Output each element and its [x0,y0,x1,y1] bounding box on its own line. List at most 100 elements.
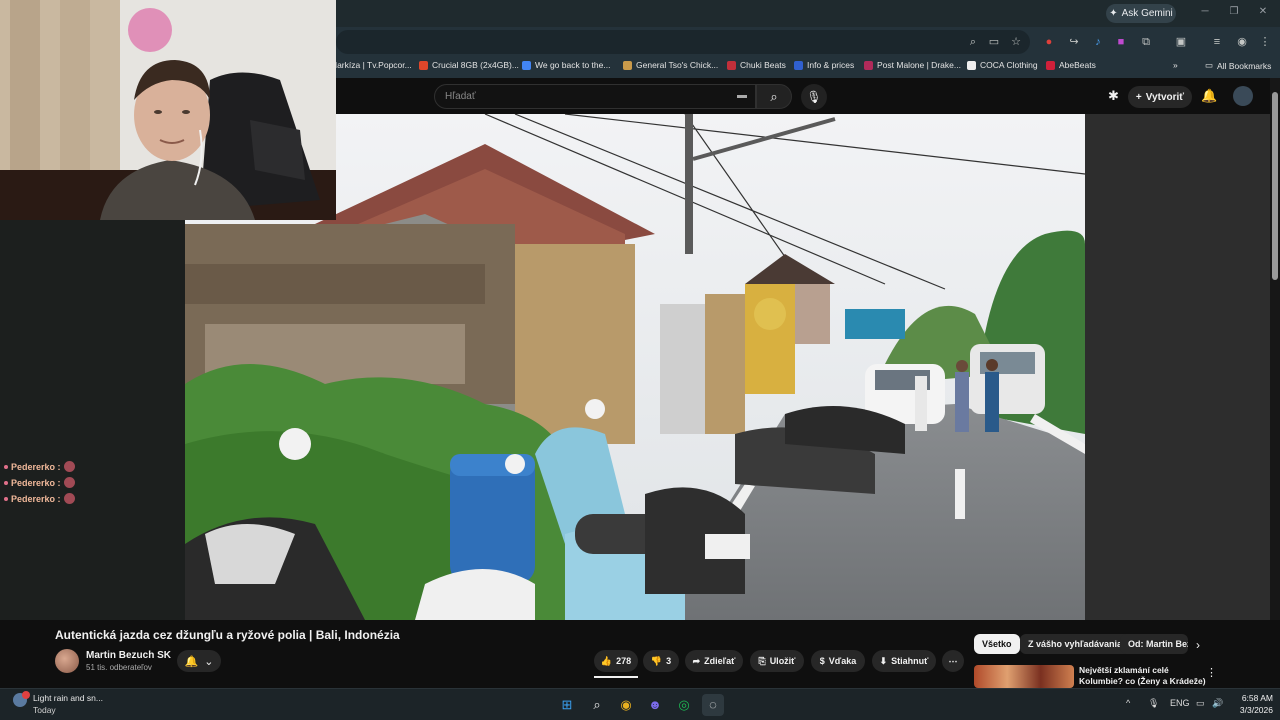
voice-search-button[interactable]: 🎙 [801,84,827,110]
zoom-icon[interactable]: ⌕ [964,33,982,51]
chips-next-icon[interactable]: › [1196,638,1200,652]
start-windows-icon[interactable]: ⊞ [556,694,578,716]
like-count: 278 [616,656,632,666]
chip-from-search[interactable]: Z vášho vyhľadávania [1020,634,1131,654]
bookmark-label: Info & prices [807,60,855,70]
subscriber-count: 51 tis. odberateľov [86,663,152,672]
extensions-puzzle-icon[interactable]: ⧉ [1137,33,1155,51]
clock-date[interactable]: 3/3/2026 [1229,705,1273,715]
download-button[interactable]: ⬇ Stiahnuť [872,650,936,672]
extension-gear-icon[interactable]: ✱ [1108,88,1119,104]
thumbs-up-icon: 👍 [600,655,613,666]
extension-red-icon[interactable]: ● [1040,33,1058,51]
extension-twitch-icon[interactable]: ■ [1112,33,1130,51]
tab-search-icon[interactable]: ≡ [1208,33,1226,51]
bookmark-label: AbeBeats [1059,60,1096,70]
like-button[interactable]: 👍 278 [594,650,638,672]
bookmark-favicon-icon [522,60,531,70]
cast-icon[interactable]: ▭ [985,33,1003,51]
more-actions-button[interactable]: ⋯ [942,650,964,672]
chip-label: Z vášho vyhľadávania [1028,639,1123,649]
clock-time[interactable]: 6:58 AM [1229,693,1273,703]
bookmark-item[interactable]: Markíza | Tv.Popcor... [330,60,412,70]
close-icon[interactable]: ✕ [1256,6,1270,20]
chrome-icon[interactable]: ◉ [615,694,637,716]
thanks-label: Vďaka [828,656,857,666]
sidepanel-icon[interactable]: ▣ [1172,33,1190,51]
bookmarks-overflow-icon[interactable]: » [1173,60,1178,70]
related-video-title[interactable]: Největší zklamání celé Kolumbie? co (Žen… [1079,665,1207,687]
thanks-button[interactable]: $ Vďaka [811,650,865,672]
more-dots-icon: ⋯ [948,655,958,666]
related-menu-dots-icon[interactable]: ⋮ [1206,666,1217,679]
channel-name[interactable]: Martin Bezuch SK [86,650,171,661]
weather-text[interactable]: Light rain and sn... [33,693,103,703]
chat-bullet-icon [4,464,8,469]
stream-chat-overlay [0,220,185,620]
discord-icon[interactable]: ☻ [644,694,666,716]
profile-avatar-icon[interactable]: ◉ [1233,33,1251,51]
windows-taskbar [0,688,1280,720]
theater-side-area [1085,114,1270,620]
chat-emote-icon [63,461,75,472]
chat-username: Pedererko : [11,461,61,472]
spotify-icon[interactable]: ◎ [673,694,695,716]
ask-gemini-button[interactable]: ✦ Ask Gemini [1106,4,1176,23]
notifications-bell-icon[interactable]: 🔔 [1201,88,1217,104]
bookmark-item[interactable]: General Tso's Chick... [623,60,718,70]
mic-icon: 🎙 [806,90,822,104]
minimize-icon[interactable]: ─ [1198,6,1212,20]
address-bar[interactable] [336,30,1030,54]
taskbar-search-icon[interactable]: ⌕ [586,694,608,716]
bookmark-favicon-icon [623,60,632,70]
weather-subtext: Today [33,705,56,715]
user-avatar[interactable] [1233,86,1253,106]
language-indicator[interactable]: ENG [1170,698,1190,708]
bookmark-item[interactable]: Post Malone | Drake... [864,60,961,70]
search-placeholder: Hľadať [445,91,476,102]
bookmark-item[interactable]: Chuki Beats [727,60,786,70]
maximize-icon[interactable]: ❐ [1227,6,1241,20]
chat-emote-icon [63,477,75,488]
share-icon: ➦ [692,655,701,666]
scrollbar-thumb[interactable] [1272,92,1278,280]
create-label: Vytvoriť [1145,91,1185,103]
chip-from-channel[interactable]: Od: Martin Bez [1120,634,1188,654]
dislike-button[interactable]: 👎 3 [643,650,679,672]
bookmark-item[interactable]: Crucial 8GB (2x4GB)... [419,60,519,70]
create-button[interactable]: + Vytvoriť [1128,86,1192,108]
network-icon[interactable]: ▭ [1196,698,1205,709]
bookmark-label: COCA Clothing [980,60,1038,70]
extension-arrow-icon[interactable]: ↪ [1065,33,1083,51]
channel-avatar[interactable] [55,649,79,673]
save-button[interactable]: ⎘ Uložiť [750,650,804,672]
download-icon: ⬇ [879,655,888,666]
bookmark-item[interactable]: We go back to the... [522,60,610,70]
bookmark-icon: ⎘ [758,655,766,666]
all-bookmarks-button[interactable]: ▭ All Bookmarks [1205,60,1271,71]
keyboard-icon[interactable]: ▬ [737,90,747,101]
obs-icon[interactable]: ◌ [702,694,724,716]
tray-overflow-icon[interactable]: ^ [1126,698,1130,708]
menu-dots-icon[interactable]: ⋮ [1256,33,1274,51]
chat-username: Pedererko : [11,493,61,504]
thumbs-down-icon: 👎 [650,655,663,666]
related-video-thumbnail[interactable] [974,665,1074,688]
star-icon[interactable]: ☆ [1007,33,1025,51]
video-title: Autentická jazda cez džungľu a ryžové po… [55,628,400,642]
search-input[interactable]: Hľadať ▬ [434,84,756,109]
tray-mic-icon[interactable]: 🎙 [1148,698,1159,709]
bookmark-favicon-icon [794,60,803,70]
bookmark-item[interactable]: AbeBeats [1046,60,1096,70]
chip-all[interactable]: Všetko [974,634,1020,654]
subscription-bell-button[interactable]: 🔔 ⌄ [177,650,221,672]
search-button[interactable]: ⌕ [756,84,792,109]
bookmark-item[interactable]: Info & prices [794,60,854,70]
volume-icon[interactable]: 🔊 [1212,698,1223,709]
bookmark-label: We go back to the... [535,60,611,70]
share-button[interactable]: ➦ Zdieľať [685,650,743,672]
bookmark-label: General Tso's Chick... [636,60,719,70]
extension-audio-icon[interactable]: ♪ [1089,33,1107,51]
bookmark-item[interactable]: COCA Clothing [967,60,1038,70]
bookmark-label: Chuki Beats [740,60,786,70]
